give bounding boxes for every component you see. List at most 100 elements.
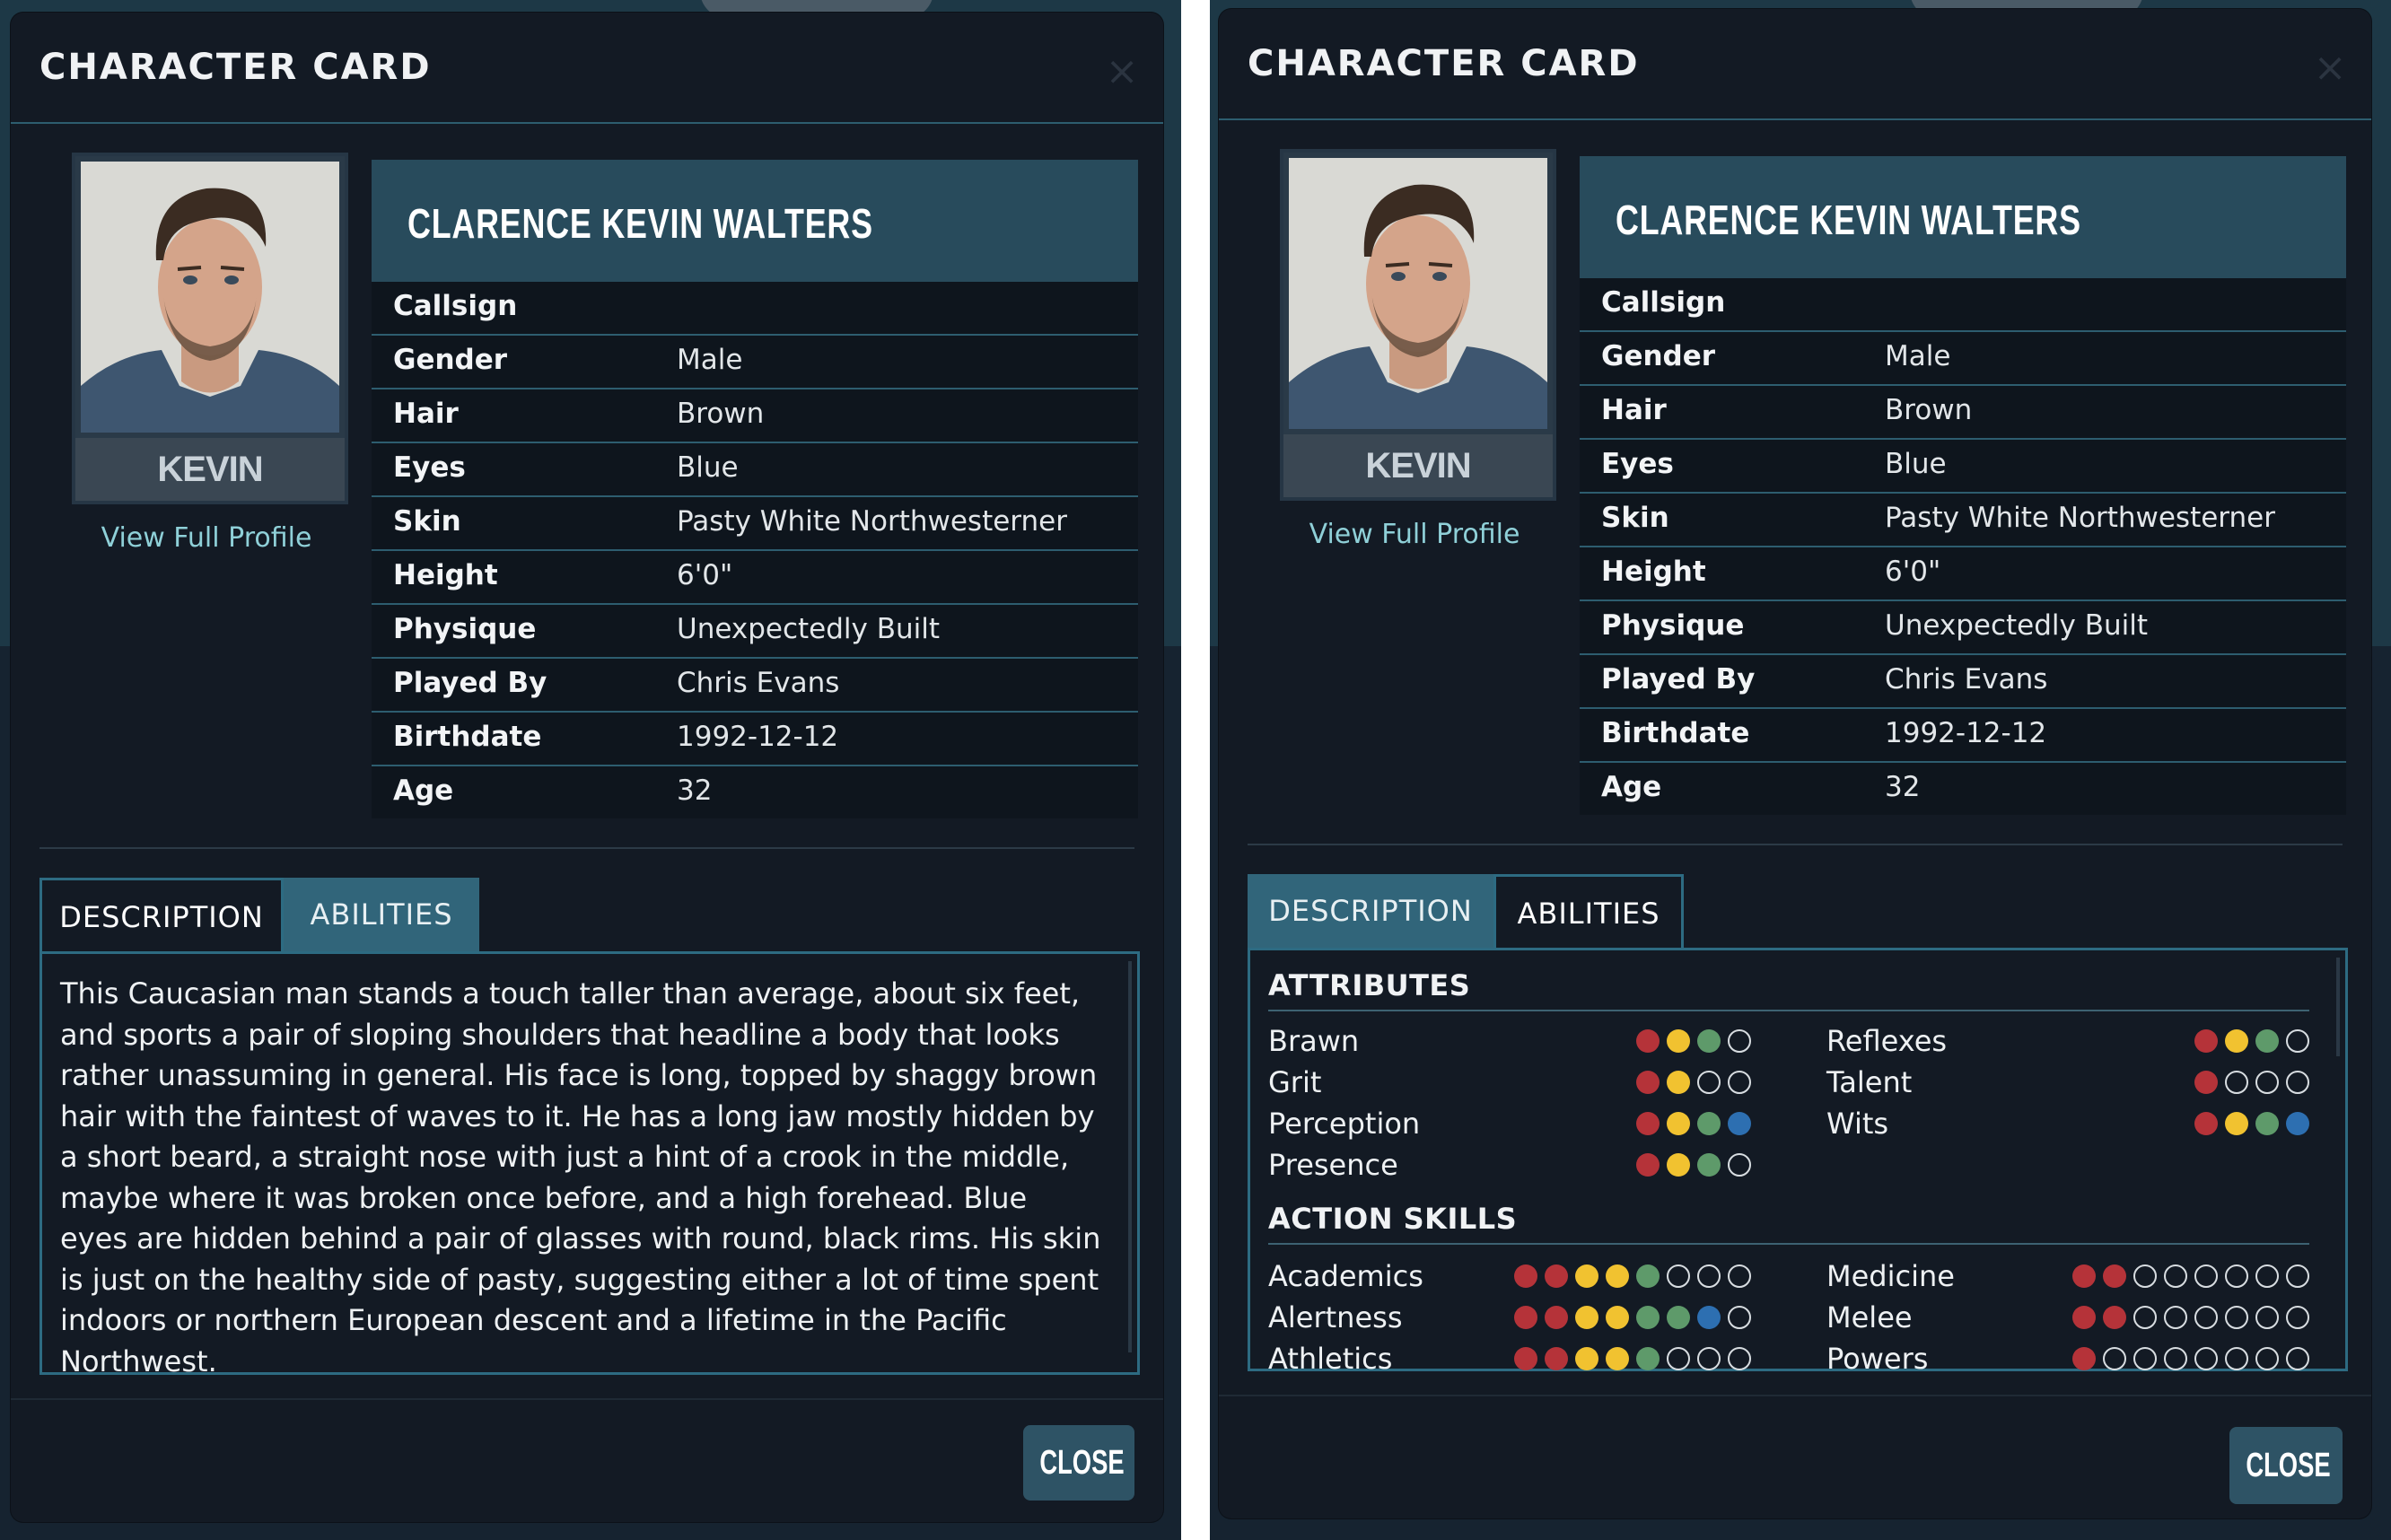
info-value: 6'0" bbox=[677, 559, 733, 591]
rating-dot bbox=[1728, 1029, 1751, 1053]
rating-dot bbox=[1606, 1347, 1629, 1370]
rating-dot bbox=[1636, 1112, 1660, 1135]
rating-dot bbox=[1728, 1071, 1751, 1094]
info-label: Played By bbox=[1601, 663, 1756, 696]
info-row-birthdate: Birthdate 1992-12-12 bbox=[372, 713, 1138, 766]
info-row-height: Height 6'0" bbox=[1580, 547, 2346, 601]
info-label: Gender bbox=[393, 344, 508, 376]
character-photo bbox=[81, 162, 339, 433]
tab-abilities[interactable]: ABILITIES bbox=[284, 878, 479, 951]
nickname-label: KEVIN bbox=[75, 438, 345, 501]
footer-divider bbox=[11, 1398, 1163, 1400]
info-row-callsign: Callsign bbox=[372, 282, 1138, 336]
info-value: Male bbox=[1885, 340, 1951, 372]
info-row-hair: Hair Brown bbox=[1580, 386, 2346, 440]
info-label: Skin bbox=[393, 505, 461, 538]
rating-dot bbox=[1667, 1029, 1690, 1053]
view-full-profile-link[interactable]: View Full Profile bbox=[1255, 519, 1574, 550]
tab-description[interactable]: DESCRIPTION bbox=[1248, 874, 1493, 948]
close-x-icon[interactable]: × bbox=[2312, 48, 2348, 88]
scrollbar[interactable] bbox=[1128, 961, 1132, 1352]
info-row-age: Age 32 bbox=[1580, 763, 2346, 815]
rating-dot bbox=[1545, 1347, 1568, 1370]
character-card-modal: CHARACTER CARD × KEVIN View Full Profile… bbox=[1219, 9, 2371, 1518]
rating-dot bbox=[1697, 1153, 1721, 1177]
attribute-name: Wits bbox=[1826, 1107, 1889, 1141]
attribute-rating bbox=[2194, 1062, 2309, 1103]
rating-dot bbox=[2225, 1112, 2248, 1135]
info-label: Skin bbox=[1601, 502, 1669, 534]
info-value: Pasty White Northwesterner bbox=[677, 505, 1067, 538]
left-screenshot: CHARACTER CARD × KEVIN View Full Profile… bbox=[0, 0, 1181, 1540]
rating-dot bbox=[2103, 1347, 2126, 1370]
info-value: Pasty White Northwesterner bbox=[1885, 502, 2275, 534]
attribute-name: Brawn bbox=[1268, 1024, 1360, 1058]
modal-title: CHARACTER CARD bbox=[39, 47, 432, 88]
rating-dot bbox=[1514, 1264, 1537, 1288]
info-value: Chris Evans bbox=[1885, 663, 2048, 696]
info-row-gender: Gender Male bbox=[372, 336, 1138, 389]
skill-name: Powers bbox=[1826, 1342, 1929, 1376]
skill-name: Melee bbox=[1826, 1300, 1913, 1334]
rating-dot bbox=[1514, 1347, 1537, 1370]
rating-dot bbox=[1514, 1306, 1537, 1329]
info-label: Height bbox=[393, 559, 498, 591]
skill-name: Medicine bbox=[1826, 1259, 1955, 1293]
rating-dot bbox=[2103, 1264, 2126, 1288]
modal-header: CHARACTER CARD × bbox=[1219, 9, 2371, 120]
rating-dot bbox=[2225, 1029, 2248, 1053]
info-value: Brown bbox=[1885, 394, 1973, 426]
character-photo bbox=[1289, 158, 1547, 429]
info-row-skin: Skin Pasty White Northwesterner bbox=[1580, 494, 2346, 547]
rating-dot bbox=[2255, 1347, 2279, 1370]
rating-dot bbox=[1575, 1306, 1598, 1329]
rating-dot bbox=[2225, 1306, 2248, 1329]
info-label: Hair bbox=[393, 398, 459, 430]
info-value: 32 bbox=[677, 774, 713, 807]
skill-name: Athletics bbox=[1268, 1342, 1393, 1376]
rating-dot bbox=[1606, 1306, 1629, 1329]
rating-dot bbox=[1697, 1347, 1721, 1370]
info-row-played-by: Played By Chris Evans bbox=[1580, 655, 2346, 709]
character-info-table: CLARENCE KEVIN WALTERS Callsign Gender Ma… bbox=[372, 160, 1138, 818]
name-banner: CLARENCE KEVIN WALTERS bbox=[1580, 156, 2346, 278]
tab-bar: DESCRIPTION ABILITIES bbox=[1248, 874, 2348, 948]
info-value: 1992-12-12 bbox=[677, 721, 839, 753]
abilities-panel: ATTRIBUTES Brawn Reflexes Grit Talent Percep… bbox=[1248, 948, 2348, 1376]
attribute-name: Reflexes bbox=[1826, 1024, 1948, 1058]
rating-dot bbox=[1728, 1347, 1751, 1370]
rating-dot bbox=[2164, 1264, 2187, 1288]
attribute-rating bbox=[1636, 1020, 1751, 1062]
scrollbar[interactable] bbox=[2336, 958, 2340, 1056]
rating-dot bbox=[1636, 1071, 1660, 1094]
character-info-table: CLARENCE KEVIN WALTERS Callsign Gender Ma… bbox=[1580, 156, 2346, 815]
rating-dot bbox=[1728, 1153, 1751, 1177]
rating-dot bbox=[1697, 1112, 1721, 1135]
rating-dot bbox=[2255, 1029, 2279, 1053]
rating-dot bbox=[1636, 1029, 1660, 1053]
info-value: Unexpectedly Built bbox=[1885, 609, 2149, 642]
skill-rating bbox=[1514, 1338, 1751, 1379]
name-banner: CLARENCE KEVIN WALTERS bbox=[372, 160, 1138, 282]
close-button[interactable]: CLOSE bbox=[1023, 1425, 1134, 1501]
rating-dot bbox=[1697, 1264, 1721, 1288]
info-label: Hair bbox=[1601, 394, 1667, 426]
tab-abilities[interactable]: ABILITIES bbox=[1493, 874, 1684, 948]
info-row-hair: Hair Brown bbox=[372, 389, 1138, 443]
info-label: Callsign bbox=[393, 290, 518, 322]
info-row-gender: Gender Male bbox=[1580, 332, 2346, 386]
description-text: This Caucasian man stands a touch taller… bbox=[60, 976, 1101, 1378]
tab-description[interactable]: DESCRIPTION bbox=[39, 878, 284, 951]
right-screenshot: CHARACTER CARD × KEVIN View Full Profile… bbox=[1210, 0, 2391, 1540]
view-full-profile-link[interactable]: View Full Profile bbox=[47, 522, 366, 554]
section-divider bbox=[1248, 844, 2343, 845]
rating-dot bbox=[1728, 1264, 1751, 1288]
close-button[interactable]: CLOSE bbox=[2229, 1427, 2343, 1504]
rating-dot bbox=[1636, 1264, 1660, 1288]
info-label: Gender bbox=[1601, 340, 1716, 372]
rating-dot bbox=[2194, 1071, 2218, 1094]
rating-dot bbox=[2225, 1264, 2248, 1288]
portrait-card: KEVIN bbox=[72, 153, 348, 504]
close-x-icon[interactable]: × bbox=[1104, 52, 1140, 92]
info-row-eyes: Eyes Blue bbox=[1580, 440, 2346, 494]
